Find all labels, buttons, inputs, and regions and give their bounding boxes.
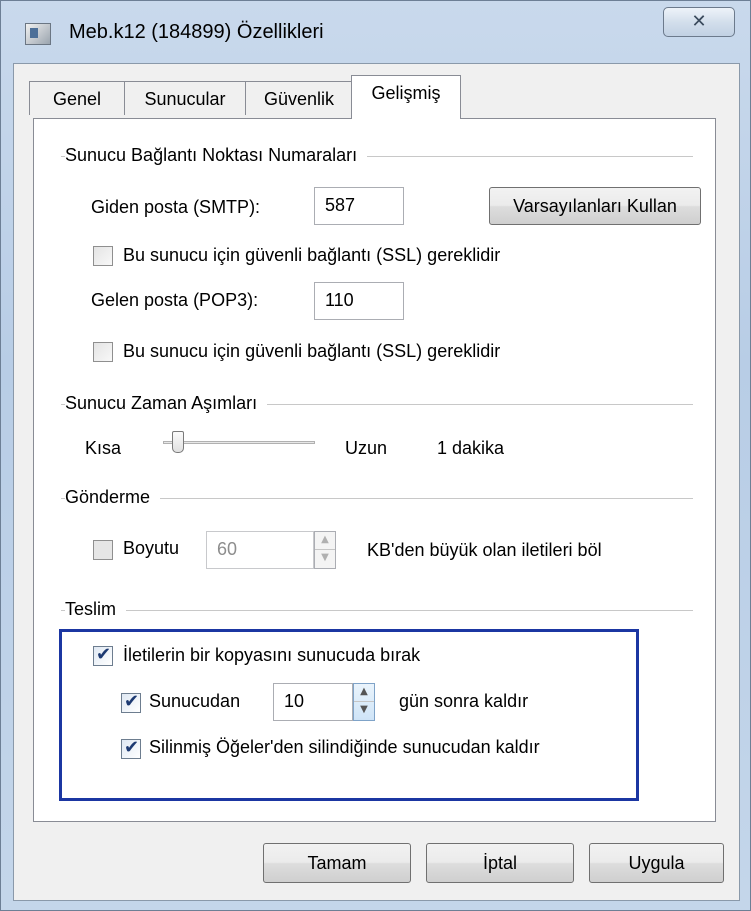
smtp-ssl-checkbox[interactable] [93, 246, 113, 266]
smtp-ssl-label: Bu sunucu için güvenli bağlantı (SSL) ge… [123, 245, 501, 265]
use-defaults-button[interactable]: Varsayılanları Kullan [489, 187, 701, 225]
mail-account-icon [25, 23, 51, 45]
timeout-value: 1 dakika [437, 438, 505, 458]
pop3-port-label: Gelen posta (POP3): [91, 290, 259, 310]
ok-button[interactable]: Tamam [263, 843, 411, 883]
title-bar[interactable]: Meb.k12 (184899) Özellikleri ✕ [1, 1, 751, 63]
timeout-slider-track[interactable] [163, 441, 315, 444]
remove-after-label: Sunucudan [149, 691, 241, 711]
cancel-button[interactable]: İptal [426, 843, 574, 883]
ports-group-label: Sunucu Bağlantı Noktası Numaraları [65, 145, 368, 166]
delivery-group-label: Teslim [65, 599, 127, 620]
remove-after-days-input[interactable]: 10 [273, 683, 353, 721]
spin-down-icon[interactable]: ▼ [315, 550, 335, 568]
pop3-ssl-label: Bu sunucu için güvenli bağlantı (SSL) ge… [123, 341, 501, 361]
split-size-suffix: KB'den büyük olan iletileri böl [367, 540, 602, 560]
apply-button[interactable]: Uygula [589, 843, 724, 883]
timeout-short-label: Kısa [85, 438, 122, 458]
group-separator [61, 610, 693, 611]
tab-label: Güvenlik [263, 89, 335, 109]
tab-genel[interactable]: Genel [29, 81, 125, 115]
window-title: Meb.k12 (184899) Özellikleri [69, 21, 324, 43]
timeout-slider-thumb[interactable] [172, 431, 185, 453]
split-size-label: Boyutu [123, 538, 180, 558]
remove-deleted-checkbox[interactable]: ✔ [121, 737, 141, 759]
tab-label: Gelişmiş [371, 83, 441, 103]
tab-sunucular[interactable]: Sunucular [124, 81, 246, 115]
close-button[interactable]: ✕ [663, 7, 735, 37]
tab-label: Sunucular [144, 89, 226, 109]
timeouts-group-label: Sunucu Zaman Aşımları [65, 393, 268, 414]
tab-label: Genel [52, 89, 102, 109]
remove-after-checkbox[interactable]: ✔ [121, 691, 141, 713]
remove-after-spinner[interactable]: ▲ ▼ [353, 683, 375, 721]
tab-gelismis[interactable]: Gelişmiş [351, 75, 461, 119]
leave-copy-checkbox[interactable]: ✔ [93, 644, 113, 666]
split-size-spinner[interactable]: ▲ ▼ [314, 531, 336, 569]
smtp-port-label: Giden posta (SMTP): [91, 197, 261, 217]
spin-up-icon[interactable]: ▲ [354, 684, 374, 702]
timeout-long-label: Uzun [345, 438, 388, 458]
checkmark-icon: ✔ [124, 691, 140, 712]
pop3-ssl-checkbox[interactable] [93, 342, 113, 362]
leave-copy-label: İletilerin bir kopyasını sunucuda bırak [123, 645, 421, 665]
split-size-checkbox[interactable] [93, 540, 113, 560]
remove-deleted-label: Silinmiş Öğeler'den silindiğinde sunucud… [149, 737, 540, 757]
sending-group-label: Gönderme [65, 487, 161, 508]
tab-guvenlik[interactable]: Güvenlik [245, 81, 353, 115]
remove-after-suffix: gün sonra kaldır [399, 691, 529, 711]
split-size-input[interactable]: 60 [206, 531, 314, 569]
smtp-port-input[interactable]: 587 [314, 187, 404, 225]
close-icon: ✕ [691, 11, 707, 32]
dialog-window: Meb.k12 (184899) Özellikleri ✕ Genel Sun… [0, 0, 751, 911]
checkmark-icon: ✔ [96, 644, 112, 665]
pop3-port-input[interactable]: 110 [314, 282, 404, 320]
spin-up-icon[interactable]: ▲ [315, 532, 335, 550]
checkmark-icon: ✔ [124, 737, 140, 758]
spin-down-icon[interactable]: ▼ [354, 702, 374, 720]
